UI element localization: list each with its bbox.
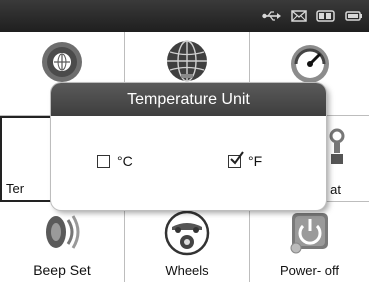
- tpms-screen: M: [0, 0, 369, 282]
- wrench-icon: [325, 128, 349, 173]
- celsius-checkbox[interactable]: [97, 154, 110, 168]
- option-fahrenheit[interactable]: °F: [228, 150, 263, 169]
- message-icon: [291, 10, 307, 22]
- power-icon: [288, 210, 332, 259]
- grid-cell-power-off[interactable]: Power- off: [250, 202, 369, 282]
- dialog-title: Temperature Unit: [51, 83, 326, 116]
- globe-icon: [164, 38, 210, 89]
- grid-label-wheels: Wheels: [165, 263, 209, 278]
- power-status-icon: [345, 10, 363, 22]
- temperature-unit-dialog: Temperature Unit °C °F: [51, 83, 326, 210]
- battery-icon: [316, 10, 336, 22]
- option-celsius[interactable]: °C: [97, 153, 133, 169]
- globe-grid-icon: [40, 40, 84, 89]
- usb-icon: [262, 10, 282, 22]
- speaker-icon: [40, 210, 84, 259]
- status-icons: [262, 6, 363, 26]
- fahrenheit-label: °F: [248, 153, 263, 169]
- grid-cell-beep-set[interactable]: Beep Set: [0, 202, 125, 282]
- celsius-label: °C: [117, 153, 133, 169]
- grid-label-power-off: Power- off: [279, 263, 339, 278]
- gauge-icon: [286, 40, 334, 89]
- grid-cell-wheels[interactable]: Wheels: [125, 202, 250, 282]
- grid-label-at: at: [330, 182, 341, 197]
- check-icon: [230, 150, 244, 165]
- status-bar: [0, 0, 369, 32]
- fahrenheit-checkbox[interactable]: [228, 150, 244, 168]
- car-wheel-icon: [164, 210, 210, 261]
- grid-label-beep-set: Beep Set: [33, 262, 91, 278]
